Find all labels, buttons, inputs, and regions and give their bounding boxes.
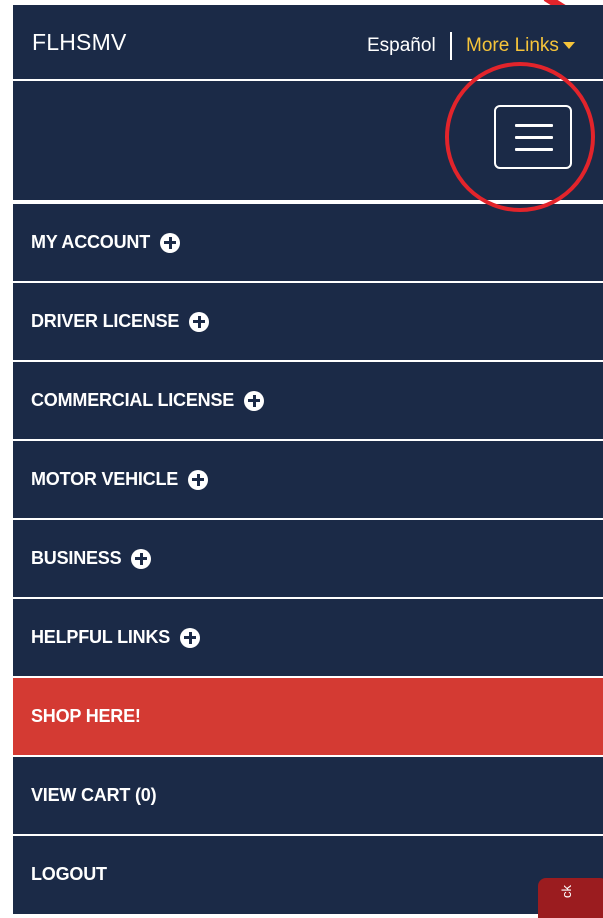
language-link[interactable]: Español [367, 35, 436, 57]
menu-item-label: COMMERCIAL LICENSE [31, 390, 235, 410]
menu-item-label: DRIVER LICENSE [31, 311, 180, 331]
feedback-tab-label: ck [559, 885, 574, 898]
divider [450, 32, 452, 60]
menu-item-label: HELPFUL LINKS [31, 627, 171, 647]
caret-down-icon [562, 42, 575, 50]
nav-menu: MY ACCOUNT DRIVER LICENSE COMMERCIAL LIC… [13, 204, 603, 913]
site-brand[interactable]: FLHSMV [32, 29, 127, 56]
menu-item-label: VIEW CART (0) [31, 785, 157, 805]
more-links-dropdown[interactable]: More Links [466, 35, 575, 57]
menu-item-label: BUSINESS [31, 548, 122, 568]
menu-item-commercial-license[interactable]: COMMERCIAL LICENSE [13, 362, 603, 441]
menu-item-view-cart[interactable]: VIEW CART (0) [13, 757, 603, 836]
menu-item-logout[interactable]: LOGOUT [13, 836, 603, 913]
feedback-tab[interactable]: ck [538, 878, 603, 918]
plus-circle-icon[interactable] [160, 232, 180, 253]
menu-item-business[interactable]: BUSINESS [13, 520, 603, 599]
annotation-circle [445, 62, 595, 212]
plus-circle-icon[interactable] [131, 548, 152, 569]
plus-circle-icon[interactable] [189, 311, 210, 332]
menu-item-label: LOGOUT [31, 864, 107, 884]
menu-item-motor-vehicle[interactable]: MOTOR VEHICLE [13, 441, 603, 520]
menu-item-label: SHOP HERE! [31, 706, 141, 726]
plus-circle-icon[interactable] [244, 390, 265, 411]
menu-item-driver-license[interactable]: DRIVER LICENSE [13, 283, 603, 362]
menu-item-my-account[interactable]: MY ACCOUNT [13, 204, 603, 283]
menu-item-label: MOTOR VEHICLE [31, 469, 179, 489]
menu-item-helpful-links[interactable]: HELPFUL LINKS [13, 599, 603, 678]
more-links-label: More Links [466, 35, 559, 56]
plus-circle-icon[interactable] [188, 469, 209, 490]
menu-item-label: MY ACCOUNT [31, 232, 150, 252]
menu-item-shop-here[interactable]: SHOP HERE! [13, 678, 603, 757]
plus-circle-icon[interactable] [180, 627, 201, 648]
